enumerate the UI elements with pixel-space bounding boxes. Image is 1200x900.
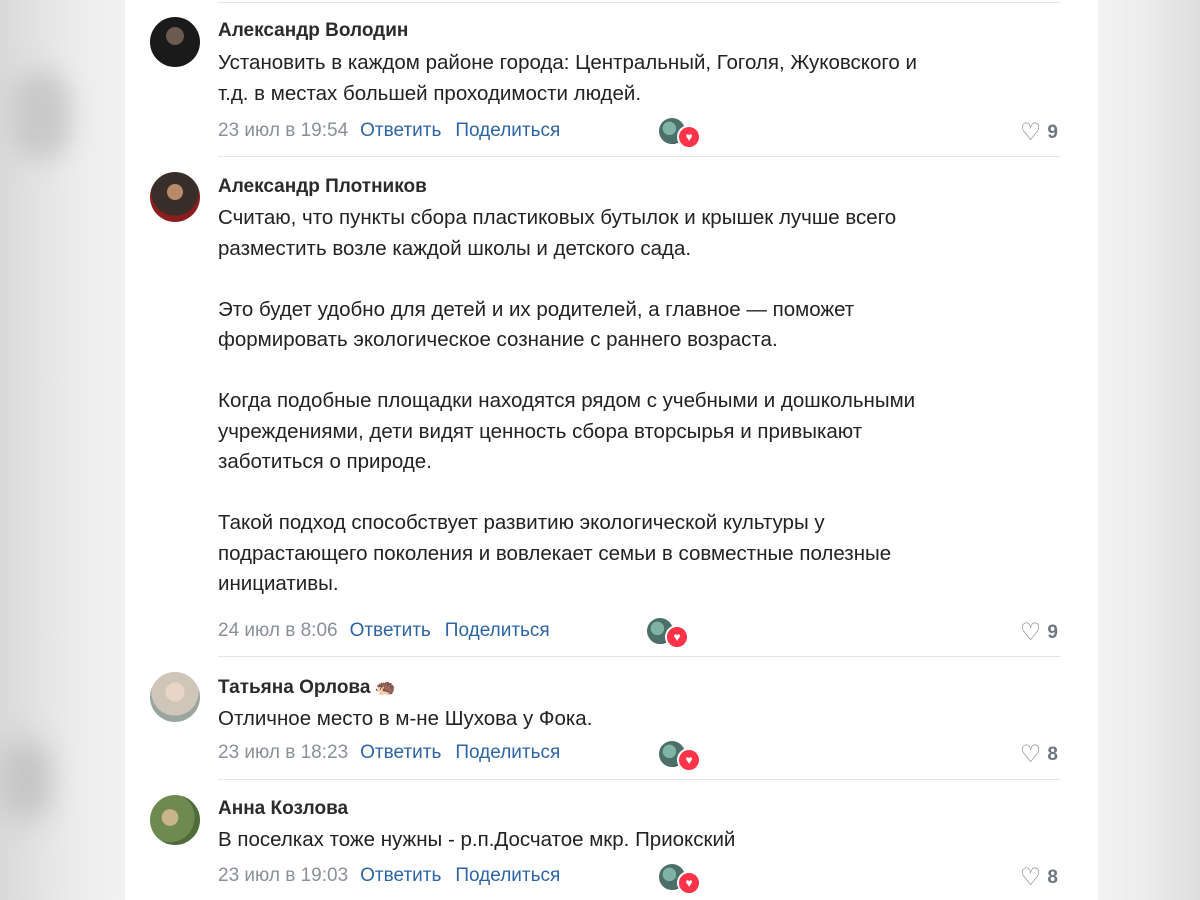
reactors[interactable]: ♥	[657, 862, 701, 895]
reply-button[interactable]: Ответить	[350, 620, 431, 642]
comment-author[interactable]: Анна Козлова	[218, 798, 348, 820]
user-avatar[interactable]	[150, 672, 200, 722]
comment-author[interactable]: Александр Володин	[218, 20, 408, 42]
comment-date[interactable]: 23 июл в 19:03	[218, 865, 348, 887]
comment-date[interactable]: 23 июл в 18:23	[218, 742, 348, 764]
reply-button[interactable]: Ответить	[360, 865, 441, 887]
comment-text: Отличное место в м-не Шухова у Фока.	[218, 707, 593, 730]
comment-author[interactable]: Татьяна Орлова 🦔	[218, 677, 396, 699]
blurred-background-left	[0, 0, 125, 900]
like-count: 9	[1047, 121, 1058, 143]
heart-reaction-icon: ♥	[665, 625, 689, 649]
comment-author[interactable]: Александр Плотников	[218, 176, 427, 198]
like-count: 8	[1047, 866, 1058, 888]
reply-button[interactable]: Ответить	[360, 120, 441, 142]
like-button[interactable]: ♡ 8	[1020, 740, 1058, 769]
user-avatar[interactable]	[150, 172, 200, 222]
reply-button[interactable]: Ответить	[360, 742, 441, 764]
heart-reaction-icon: ♥	[677, 748, 701, 772]
like-count: 8	[1047, 743, 1058, 765]
heart-outline-icon: ♡	[1019, 119, 1042, 146]
comment-meta: 23 июл в 19:03 Ответить Поделиться	[218, 863, 560, 889]
comment-meta: 23 июл в 19:54 Ответить Поделиться	[218, 118, 560, 144]
comment-meta: 23 июл в 18:23 Ответить Поделиться	[218, 740, 560, 766]
divider	[218, 779, 1060, 780]
reactors[interactable]: ♥	[657, 739, 701, 772]
like-button[interactable]: ♡ 9	[1020, 118, 1058, 147]
like-button[interactable]: ♡ 8	[1020, 863, 1058, 892]
like-button[interactable]: ♡ 9	[1020, 618, 1058, 647]
share-button[interactable]: Поделиться	[445, 620, 550, 642]
blurred-background-right	[1098, 0, 1200, 900]
heart-outline-icon: ♡	[1019, 864, 1042, 891]
comments-panel: Александр Володин Установить в каждом ра…	[125, 0, 1098, 900]
heart-outline-icon: ♡	[1019, 619, 1042, 646]
divider	[218, 2, 1060, 3]
comment-text: В поселках тоже нужны - р.п.Досчатое мкр…	[218, 828, 736, 851]
user-avatar[interactable]	[150, 795, 200, 845]
comment-date[interactable]: 23 июл в 19:54	[218, 120, 348, 142]
heart-reaction-icon: ♥	[677, 125, 701, 149]
comment-text: Считаю, что пункты сбора пластиковых бут…	[218, 206, 916, 595]
user-avatar[interactable]	[150, 17, 200, 67]
heart-reaction-icon: ♥	[677, 871, 701, 895]
reactors[interactable]: ♥	[645, 616, 689, 649]
share-button[interactable]: Поделиться	[455, 865, 560, 887]
hedgehog-icon: 🦔	[374, 678, 396, 697]
divider	[218, 156, 1060, 157]
share-button[interactable]: Поделиться	[455, 742, 560, 764]
reactors[interactable]: ♥	[657, 116, 701, 149]
like-count: 9	[1047, 621, 1058, 643]
comment-text: Установить в каждом районе города: Центр…	[218, 51, 917, 105]
share-button[interactable]: Поделиться	[455, 120, 560, 142]
comment-meta: 24 июл в 8:06 Ответить Поделиться	[218, 618, 550, 644]
comment-date[interactable]: 24 июл в 8:06	[218, 620, 338, 642]
divider	[218, 656, 1060, 657]
heart-outline-icon: ♡	[1019, 741, 1042, 768]
